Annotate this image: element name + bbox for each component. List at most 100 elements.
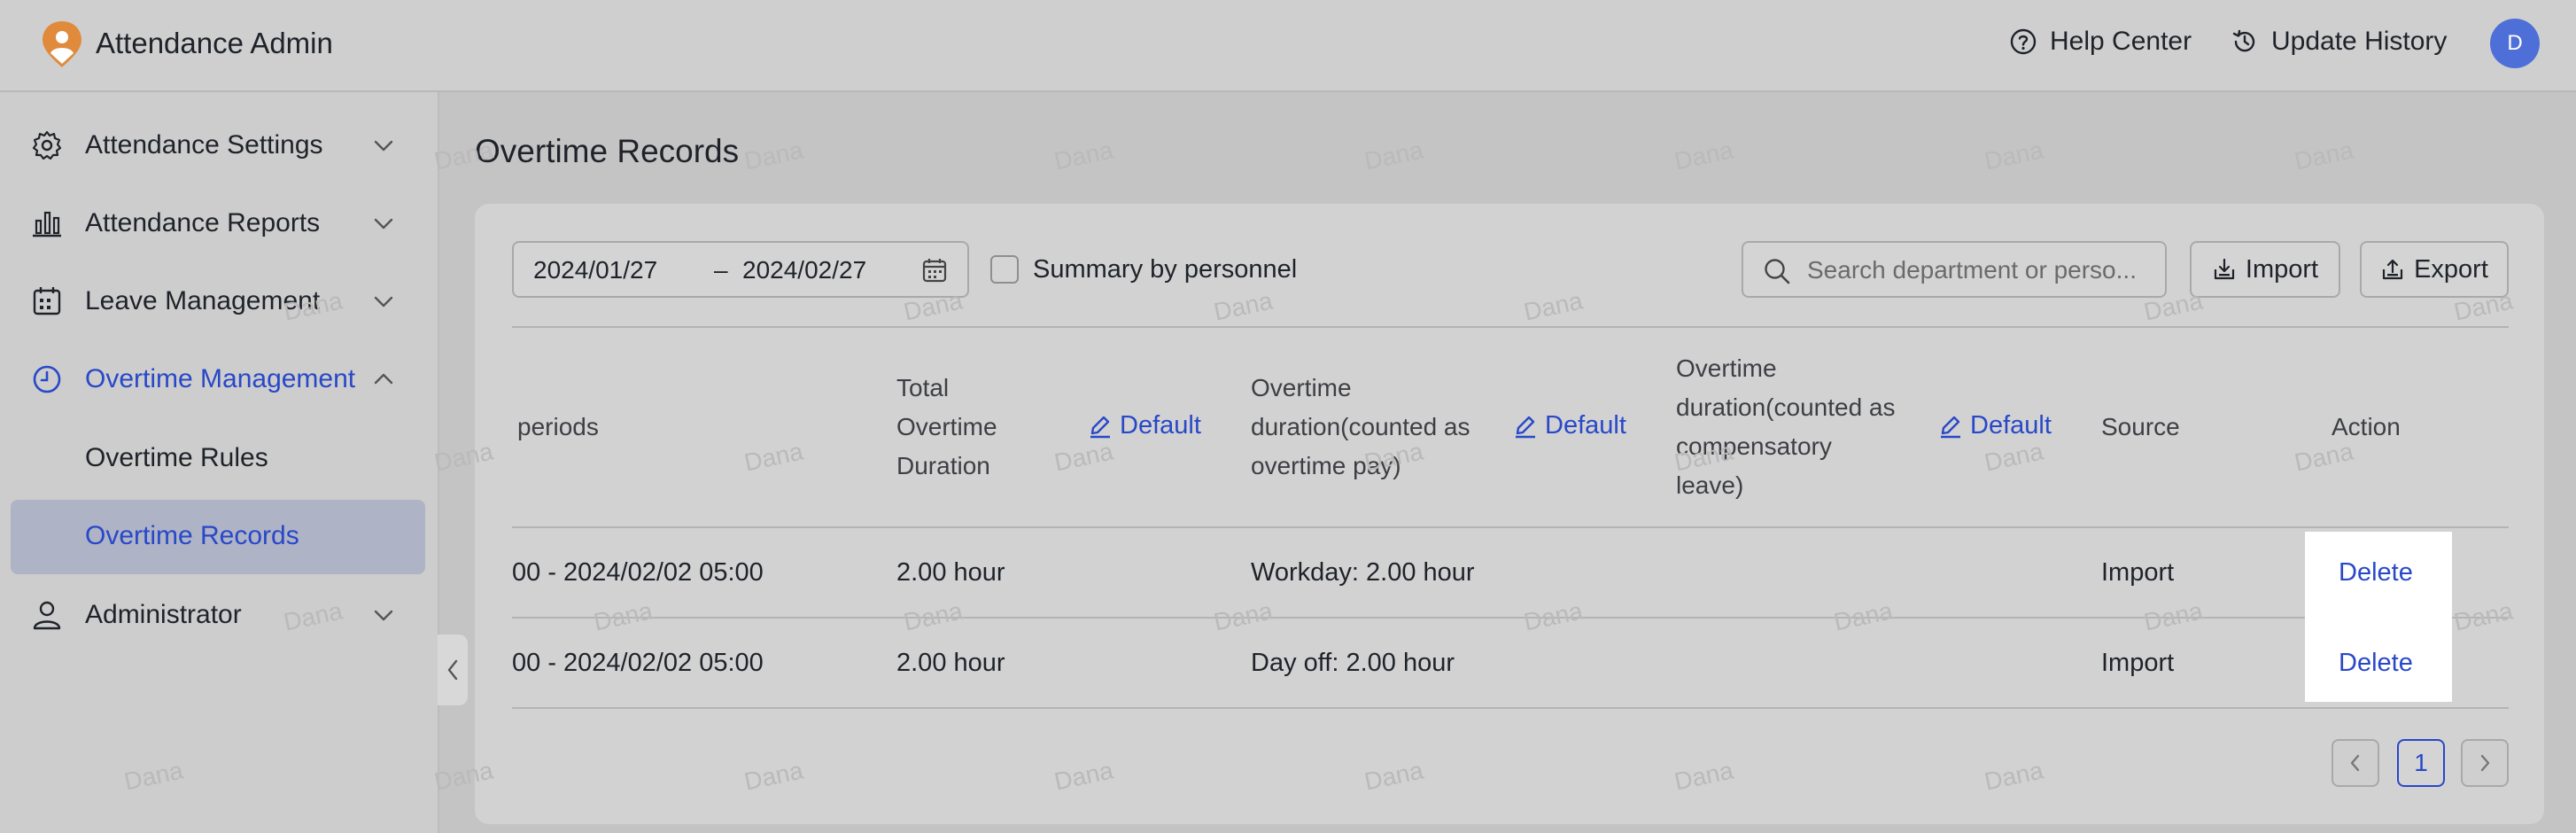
cell-source: Import (2101, 558, 2175, 587)
chevron-down-icon (374, 296, 393, 308)
column-header-compensatory-leave: Overtime duration(counted as compensator… (1676, 349, 1896, 505)
cell-overtime-pay: Day off: 2.00 hour (1251, 649, 1455, 677)
sidebar-subitem-label: Overtime Records (85, 521, 299, 550)
summary-by-personnel-checkbox[interactable] (990, 255, 1019, 284)
cell-period: 00 - 2024/02/02 05:00 (512, 558, 764, 587)
gear-icon (32, 130, 62, 160)
page-number-current[interactable]: 1 (2397, 739, 2445, 787)
sidebar-subitem-overtime-records[interactable]: Overtime Records (11, 500, 425, 574)
column-header-periods: periods (517, 413, 599, 440)
app-title: Attendance Admin (96, 27, 333, 59)
delete-button[interactable]: Delete (2339, 649, 2413, 678)
history-icon (2232, 29, 2255, 52)
header-line: Overtime (896, 413, 997, 440)
sidebar-item-overtime-management[interactable]: Overtime Management (0, 353, 439, 406)
watermark-text: Dana (1982, 136, 2046, 175)
help-center-label: Help Center (2050, 27, 2192, 56)
export-icon (2382, 259, 2403, 280)
app-logo-icon (39, 19, 85, 69)
page-title: Overtime Records (475, 133, 740, 169)
update-history-label: Update History (2271, 27, 2448, 56)
watermark-text: Dana (741, 136, 806, 175)
sidebar-subitem-label: Overtime Rules (85, 443, 268, 472)
default-label: Default (1120, 411, 1201, 440)
summary-by-personnel-label: Summary by personnel (1033, 255, 1298, 284)
calendar-icon (33, 287, 61, 315)
header-line: Total (896, 374, 950, 401)
sidebar: Attendance Settings Attendance Reports L… (0, 92, 439, 833)
header-line: leave) (1676, 471, 1744, 499)
calendar-icon (922, 259, 947, 283)
edit-icon (1941, 416, 1960, 438)
chevron-left-icon (2350, 754, 2360, 772)
edit-icon (1090, 416, 1110, 438)
cell-period: 00 - 2024/02/02 05:00 (512, 649, 764, 677)
sidebar-item-leave-management[interactable]: Leave Management (0, 275, 439, 328)
date-range-picker[interactable]: 2024/01/27 – 2024/02/27 (512, 241, 969, 298)
total-duration-default-button[interactable]: Default (1088, 411, 1201, 440)
cell-total: 2.00 hour (896, 558, 1005, 587)
sidebar-item-label: Leave Management (85, 286, 321, 315)
date-end: 2024/02/27 (742, 256, 867, 284)
column-header-total-overtime: Total Overtime Duration (896, 369, 997, 486)
sidebar-item-administrator[interactable]: Administrator (0, 588, 439, 642)
search-input[interactable]: Search department or perso... (1742, 241, 2167, 298)
update-history-link[interactable]: Update History (2231, 27, 2447, 57)
sidebar-subitem-overtime-rules[interactable]: Overtime Rules (11, 422, 425, 496)
watermark-text: Dana (2292, 136, 2356, 175)
header-line: Duration (896, 452, 990, 479)
sidebar-item-label: Administrator (85, 600, 242, 629)
top-bar: Attendance Admin Help Center Update Hist… (0, 0, 2576, 92)
cell-total: 2.00 hour (896, 649, 1005, 677)
next-page-button[interactable] (2461, 739, 2509, 787)
chevron-right-icon (2480, 754, 2490, 772)
search-icon (1765, 259, 1790, 284)
header-line: Overtime (1676, 354, 1777, 382)
chevron-up-icon (374, 373, 393, 385)
header-line: duration(counted as (1251, 413, 1470, 440)
default-label: Default (1970, 411, 2052, 440)
cell-source: Import (2101, 649, 2175, 677)
sidebar-item-attendance-settings[interactable]: Attendance Settings (0, 119, 439, 172)
column-header-action: Action (2332, 413, 2401, 440)
date-start: 2024/01/27 (533, 256, 658, 284)
table-bottom-divider (512, 707, 2509, 709)
cell-overtime-pay: Workday: 2.00 hour (1251, 558, 1475, 587)
column-header-overtime-pay: Overtime duration(counted as overtime pa… (1251, 369, 1470, 486)
delete-button[interactable]: Delete (2339, 558, 2413, 588)
export-button[interactable]: Export (2360, 241, 2509, 298)
prev-page-button[interactable] (2332, 739, 2379, 787)
user-icon (33, 601, 61, 630)
sidebar-item-label: Attendance Settings (85, 130, 323, 160)
header-line: overtime pay) (1251, 452, 1401, 479)
sidebar-item-label: Overtime Management (85, 364, 356, 393)
export-label: Export (2414, 254, 2488, 284)
watermark-text: Dana (1672, 136, 1736, 175)
header-line: compensatory (1676, 432, 1832, 460)
header-line: duration(counted as (1676, 393, 1896, 421)
sidebar-item-attendance-reports[interactable]: Attendance Reports (0, 197, 439, 250)
table-row-divider (512, 617, 2509, 619)
table-top-divider (512, 326, 2509, 328)
watermark-text: Dana (1362, 136, 1426, 175)
chevron-down-icon (374, 140, 393, 152)
import-label: Import (2245, 254, 2319, 284)
default-label: Default (1545, 411, 1626, 440)
import-icon (2214, 258, 2235, 280)
compensatory-leave-default-button[interactable]: Default (1938, 411, 2052, 440)
chevron-down-icon (374, 218, 393, 230)
chevron-down-icon (374, 610, 393, 621)
clock-icon (33, 365, 61, 393)
import-button[interactable]: Import (2190, 241, 2340, 298)
edit-icon (1516, 416, 1535, 438)
avatar[interactable]: D (2490, 19, 2540, 68)
search-placeholder: Search department or perso... (1807, 256, 2137, 284)
help-center-link[interactable]: Help Center (2009, 27, 2192, 57)
chevron-left-icon (447, 659, 458, 681)
overtime-pay-default-button[interactable]: Default (1513, 411, 1626, 440)
bar-chart-icon (33, 211, 61, 237)
sidebar-collapse-button[interactable] (438, 634, 468, 705)
column-header-source: Source (2101, 413, 2180, 440)
help-icon (2010, 28, 2037, 55)
date-separator: – (714, 256, 728, 284)
